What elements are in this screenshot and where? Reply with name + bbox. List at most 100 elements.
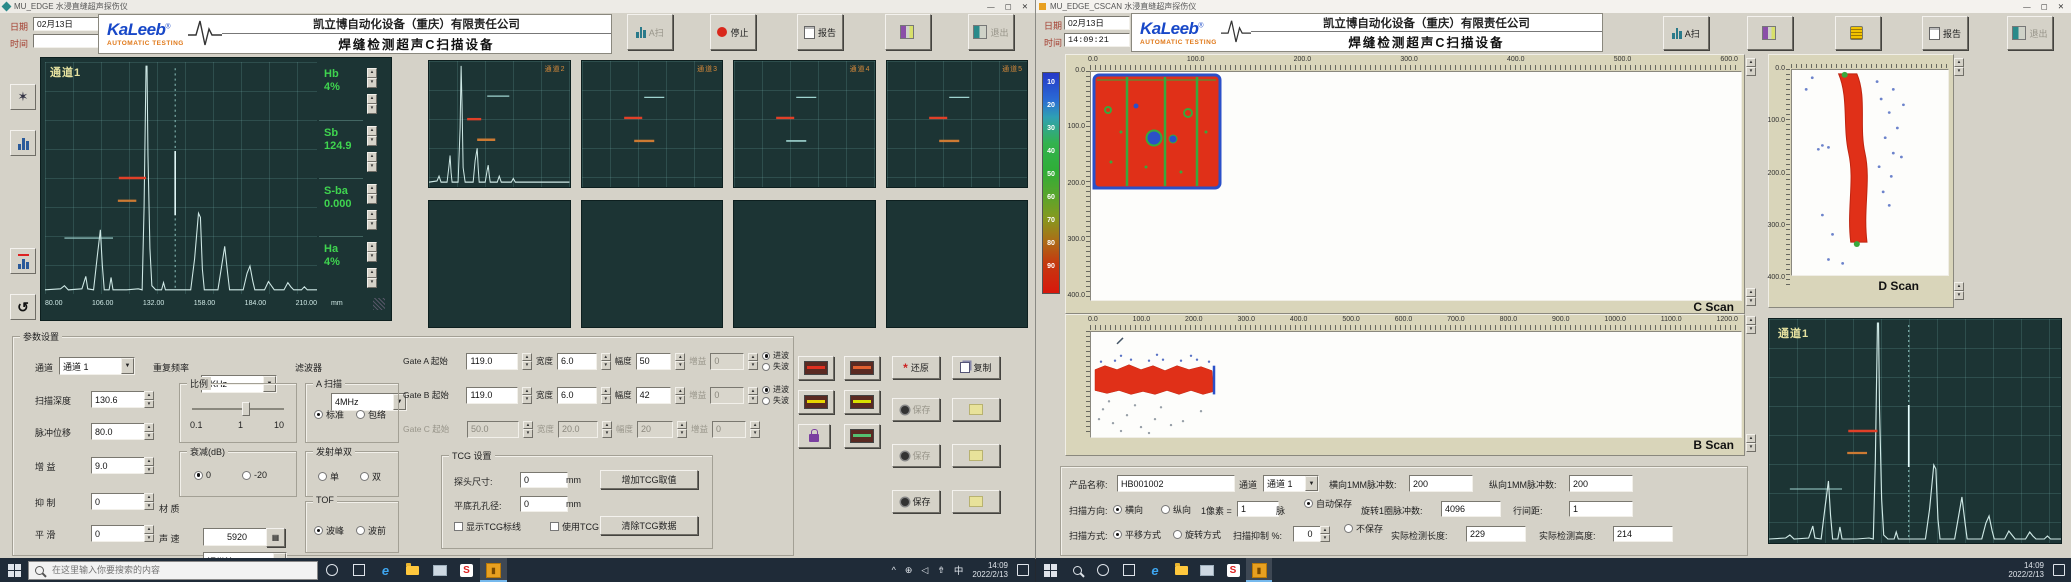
gate-b-amp-field[interactable]: 42	[636, 387, 672, 404]
gate-b-rising-radio[interactable]: 进波	[762, 384, 789, 395]
mode-rotate-radio[interactable]: 旋转方式	[1173, 528, 1221, 541]
gate-a-amp-spinner[interactable]: ▲▼	[675, 353, 685, 370]
gate-b-start-spinner[interactable]: ▲▼	[522, 387, 532, 404]
gate-a-amp-field[interactable]: 50	[636, 353, 672, 370]
velocity-table-button[interactable]: ▦	[266, 528, 285, 547]
sogou-button[interactable]: S	[453, 558, 480, 582]
scan-depth-spinner[interactable]: ▲▼	[144, 391, 154, 408]
maximize-button[interactable]: ▢	[1005, 2, 1012, 11]
product-name-field[interactable]: HB001002	[1117, 475, 1235, 492]
gate-a-color-button-2[interactable]	[844, 356, 880, 380]
gate-histogram-button[interactable]	[10, 248, 36, 274]
mode-translate-radio[interactable]: 平移方式	[1113, 528, 1161, 541]
minimize-button[interactable]: —	[987, 2, 995, 11]
meas-spinner[interactable]: ▲▼	[367, 126, 377, 146]
smooth-spinner[interactable]: ▲▼	[144, 525, 154, 542]
tray-chevron-icon[interactable]: ^	[892, 565, 896, 575]
gate-a-width-spinner[interactable]: ▲▼	[601, 353, 611, 370]
tcg-add-button[interactable]: 增加TCG取值	[600, 470, 698, 489]
actual-height-field[interactable]: 214	[1613, 526, 1673, 542]
save-button-2[interactable]: 保存	[892, 444, 940, 467]
mini-panel-2[interactable]: 通道3	[581, 60, 724, 188]
tx-dual-radio[interactable]: 双	[360, 470, 381, 483]
fbh-field[interactable]: 0	[520, 496, 568, 512]
ascan-envelope-radio[interactable]: 包络	[356, 408, 386, 421]
hatch-icon[interactable]	[373, 298, 385, 310]
show-tcg-checkbox[interactable]: 显示TCG标线	[454, 520, 521, 533]
velocity-field[interactable]: 5920	[203, 528, 271, 546]
bscan-spinner[interactable]: ▲▼	[1746, 434, 1756, 452]
gate-c-gain-spinner[interactable]: ▲▼	[750, 421, 760, 438]
edge-button[interactable]: e	[372, 558, 399, 582]
channel-select[interactable]: 通道 1▼	[59, 357, 135, 375]
gate-c-gain-field[interactable]: 0	[712, 421, 746, 438]
network-icon[interactable]: ⊕	[905, 565, 913, 576]
gate-a-falling-radio[interactable]: 失波	[762, 361, 789, 372]
gate-c-width-spinner[interactable]: ▲▼	[602, 421, 612, 438]
right-titlebar[interactable]: MU_EDGE_CSCAN 水浸直缝超声探伤仪 — ▢ ✕	[1036, 0, 2071, 13]
scan-depth-field[interactable]: 130.6	[91, 391, 151, 408]
reject-spinner[interactable]: ▲▼	[144, 493, 154, 510]
save-button-3[interactable]: 保存	[892, 490, 940, 513]
mini-panel-8[interactable]	[886, 200, 1029, 328]
gate-b-color-button-2[interactable]	[844, 390, 880, 414]
task-view-button[interactable]	[345, 558, 372, 582]
meas-spinner[interactable]: ▲▼	[367, 94, 377, 114]
minimize-button[interactable]: —	[2023, 2, 2031, 11]
load-button-2[interactable]	[952, 444, 1000, 467]
computer-button[interactable]	[1194, 558, 1220, 582]
coil-button[interactable]	[1835, 16, 1881, 50]
left-titlebar[interactable]: MU_EDGE 水浸直缝超声探伤仪 — ▢ ✕	[0, 0, 1035, 13]
channel-select[interactable]: 通道 1▼	[1263, 475, 1319, 492]
pulse-shift-field[interactable]: 80.0	[91, 423, 151, 440]
gate-c-amp-spinner[interactable]: ▲▼	[677, 421, 687, 438]
row-gap-field[interactable]: 1	[1569, 501, 1633, 517]
h-pulse-field[interactable]: 200	[1409, 475, 1473, 492]
gate-c-amp-field[interactable]: 20	[637, 421, 673, 438]
smooth-field[interactable]: 0	[91, 525, 151, 542]
meas-spinner[interactable]: ▲▼	[367, 242, 377, 262]
gate-a-start-spinner[interactable]: ▲▼	[522, 353, 532, 370]
maximize-button[interactable]: ▢	[2041, 2, 2048, 11]
lock-button[interactable]	[798, 424, 830, 448]
load-button-1[interactable]	[952, 398, 1000, 421]
scale-slider-handle[interactable]	[242, 402, 250, 416]
edge-button[interactable]: e	[1142, 558, 1168, 582]
usb-icon[interactable]: ⇮	[937, 565, 945, 576]
meas-spinner[interactable]: ▲▼	[367, 152, 377, 172]
bscan-plot[interactable]	[1090, 331, 1742, 438]
dscan-spinner[interactable]: ▲▼	[1954, 282, 1964, 300]
reject-field[interactable]: 0	[91, 493, 151, 510]
tof-peak-radio[interactable]: 波峰	[314, 524, 344, 537]
mini-panel-4[interactable]: 通道5	[886, 60, 1029, 188]
stop-button[interactable]: 停止	[710, 14, 756, 50]
meas-spinner[interactable]: ▲▼	[367, 68, 377, 88]
chevron-down-icon[interactable]: ▼	[121, 358, 134, 374]
sogou-button[interactable]: S	[1220, 558, 1246, 582]
gate-b-amp-spinner[interactable]: ▲▼	[675, 387, 685, 404]
gate-c-start-spinner[interactable]: ▲▼	[523, 421, 533, 438]
rotation-pulse-field[interactable]: 4096	[1441, 501, 1501, 517]
meas-spinner[interactable]: ▲▼	[367, 184, 377, 204]
use-tcg-checkbox[interactable]: 使用TCG	[550, 520, 599, 533]
gate-c-width-field[interactable]: 20.0	[558, 421, 598, 438]
gate-b-falling-radio[interactable]: 失波	[762, 395, 789, 406]
clock[interactable]: 14:092022/2/13	[2008, 561, 2044, 579]
gate-a-gain-spinner[interactable]: ▲▼	[748, 353, 758, 370]
notification-icon[interactable]	[1017, 564, 1029, 576]
pulse-shift-spinner[interactable]: ▲▼	[144, 423, 154, 440]
gate-b-width-spinner[interactable]: ▲▼	[601, 387, 611, 404]
atten-0-radio[interactable]: 0	[194, 470, 211, 480]
mini-panel-1[interactable]: 通道2	[428, 60, 571, 188]
meas-spinner[interactable]: ▲▼	[367, 210, 377, 230]
chevron-down-icon[interactable]: ▼	[1305, 476, 1318, 491]
mini-panel-3[interactable]: 通道4	[733, 60, 876, 188]
notification-icon[interactable]	[2053, 564, 2065, 576]
explorer-button[interactable]	[399, 558, 426, 582]
taskbar-search[interactable]	[28, 561, 318, 580]
ascan-button[interactable]: A扫	[1663, 16, 1709, 50]
time-field[interactable]: 14:09:21	[1064, 33, 1130, 47]
gate-b-color-button[interactable]	[798, 390, 834, 414]
dir-vertical-radio[interactable]: 纵向	[1161, 503, 1191, 516]
bscan-spinner[interactable]: ▲▼	[1746, 316, 1756, 334]
